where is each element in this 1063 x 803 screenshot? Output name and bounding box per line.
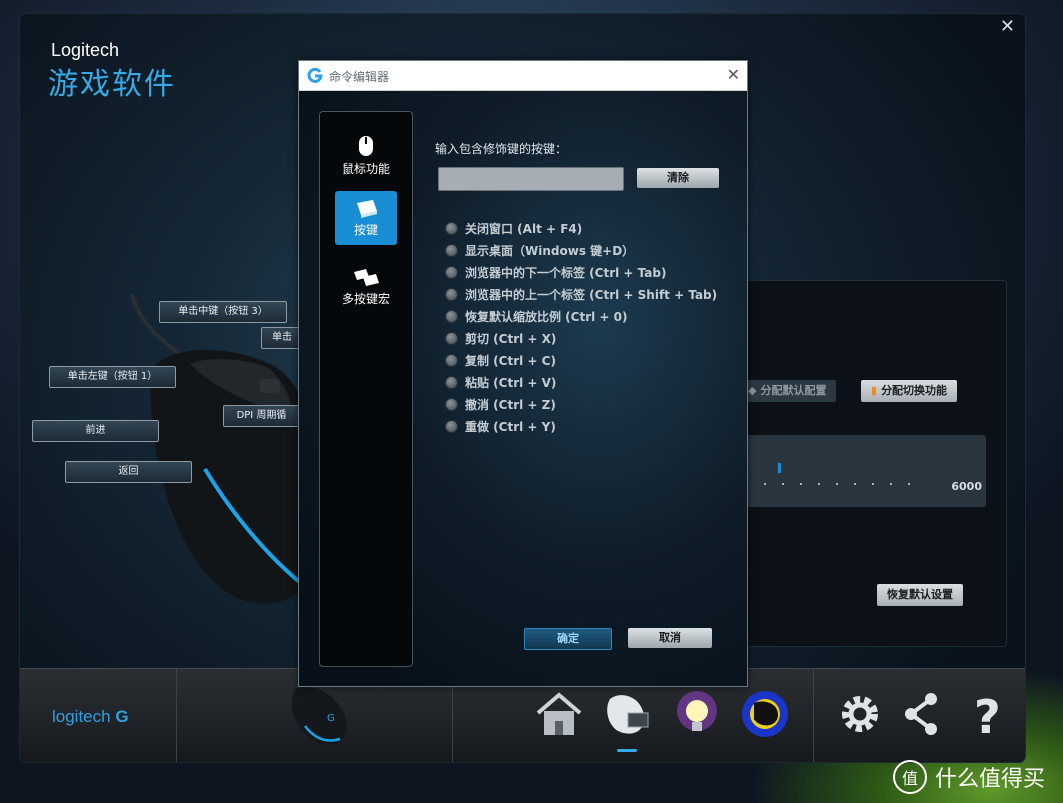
cancel-button[interactable]: 取消 <box>628 628 712 648</box>
option-label: 重做 (Ctrl + Y) <box>465 419 556 434</box>
bottom-logo-text: logitech <box>52 707 111 726</box>
close-icon[interactable]: ✕ <box>727 65 740 84</box>
assign-default-label: 分配默认配置 <box>760 384 827 397</box>
option-next-tab[interactable]: 浏览器中的下一个标签 (Ctrl + Tab) <box>445 263 666 281</box>
watermark-badge: 值 <box>893 760 927 794</box>
home-icon[interactable] <box>532 689 586 739</box>
diamond-icon: ◆ <box>748 384 757 397</box>
lighting-icon[interactable] <box>670 689 724 739</box>
command-editor-dialog: 命令编辑器 ✕ 鼠标功能 按键 多按键宏 输入包含修饰键的按键： 清除 关闭窗口… <box>298 60 748 687</box>
radio-button[interactable] <box>445 221 458 235</box>
device-settings-icon[interactable] <box>600 689 654 739</box>
switch-marker-icon: ▮ <box>871 384 878 397</box>
mouse-icon <box>359 136 373 156</box>
nav-label: 多按键宏 <box>341 292 390 306</box>
option-paste[interactable]: 粘贴 (Ctrl + V) <box>445 373 556 391</box>
radio-button[interactable] <box>445 287 458 301</box>
keystroke-input[interactable] <box>438 167 624 191</box>
option-cut[interactable]: 剪切 (Ctrl + X) <box>445 329 556 347</box>
g-logo-icon <box>307 67 323 83</box>
dialog-titlebar: 命令编辑器 ✕ <box>299 61 747 91</box>
clear-button[interactable]: 清除 <box>637 168 719 188</box>
radio-button[interactable] <box>445 353 458 367</box>
option-label: 粘贴 (Ctrl + V) <box>465 375 557 390</box>
radio-button[interactable] <box>445 309 458 323</box>
app-subtitle: 游戏软件 <box>48 67 176 102</box>
dpi-max-label: 6000 <box>951 480 982 493</box>
nav-label: 鼠标功能 <box>341 162 390 176</box>
option-show-desktop[interactable]: 显示桌面（Windows 键+D） <box>445 241 634 259</box>
dialog-title: 命令编辑器 <box>329 70 390 84</box>
share-icon[interactable] <box>895 689 949 739</box>
option-label: 关闭窗口 (Alt + F4) <box>465 221 583 236</box>
option-label: 剪切 (Ctrl + X) <box>465 331 557 346</box>
nav-mouse-function[interactable]: 鼠标功能 <box>335 128 397 182</box>
multi-key-icon <box>354 269 379 286</box>
radio-button[interactable] <box>445 243 458 257</box>
radio-button[interactable] <box>445 331 458 345</box>
radio-button[interactable] <box>445 419 458 433</box>
option-label: 撤消 (Ctrl + Z) <box>465 397 556 412</box>
key-icon <box>357 200 377 218</box>
callout-left-click[interactable]: 单击左键（按钮 1） <box>49 366 176 388</box>
nav-label: 按键 <box>353 223 378 237</box>
callout-right-click[interactable]: 单击 <box>261 327 303 349</box>
option-undo[interactable]: 撤消 (Ctrl + Z) <box>445 395 556 413</box>
help-icon[interactable]: ? <box>960 689 1014 739</box>
option-reset-zoom[interactable]: 恢复默认缩放比例 (Ctrl + 0) <box>445 307 627 325</box>
callout-forward[interactable]: 前进 <box>32 420 159 442</box>
keystroke-prompt: 输入包含修饰键的按键： <box>435 142 568 156</box>
device-mouse-icon[interactable]: G <box>275 681 355 751</box>
option-label: 复制 (Ctrl + C) <box>465 353 556 368</box>
assign-switch-label: 分配切换功能 <box>881 384 948 397</box>
gear-icon[interactable] <box>833 689 887 739</box>
nav-keystroke[interactable]: 按键 <box>335 191 397 245</box>
radio-button[interactable] <box>445 265 458 279</box>
dpi-slider-track[interactable]: 6000 <box>710 435 986 507</box>
watermark: 值 什么值得买 <box>893 760 1045 794</box>
radio-button[interactable] <box>445 397 458 411</box>
svg-text:?: ? <box>974 690 1001 739</box>
option-label: 显示桌面（Windows 键+D） <box>465 243 635 258</box>
option-label: 浏览器中的下一个标签 (Ctrl + Tab) <box>465 265 667 280</box>
option-close-window[interactable]: 关闭窗口 (Alt + F4) <box>445 219 582 237</box>
svg-text:G: G <box>327 713 335 724</box>
callout-dpi-cycle[interactable]: DPI 周期循 <box>223 405 300 427</box>
g-logo-icon: G <box>115 707 129 726</box>
option-label: 恢复默认缩放比例 (Ctrl + 0) <box>465 309 628 324</box>
bottom-logo: logitech G <box>52 707 129 727</box>
watermark-text: 什么值得买 <box>935 767 1046 792</box>
assign-default-button[interactable]: ◆ 分配默认配置 <box>738 380 837 402</box>
nav-multi-key-macro[interactable]: 多按键宏 <box>335 260 397 314</box>
callout-middle-click[interactable]: 单击中键（按钮 3） <box>159 301 287 323</box>
assign-switch-button[interactable]: ▮ 分配切换功能 <box>861 380 958 402</box>
brand-logitech: Logitech <box>51 40 120 60</box>
option-redo[interactable]: 重做 (Ctrl + Y) <box>445 417 556 435</box>
heatmap-icon[interactable] <box>738 689 792 739</box>
close-icon[interactable]: ✕ <box>1000 16 1015 37</box>
option-previous-tab[interactable]: 浏览器中的上一个标签 (Ctrl + Shift + Tab) <box>445 285 717 303</box>
ok-button[interactable]: 确定 <box>524 628 612 650</box>
active-tab-indicator <box>617 749 637 752</box>
editor-side-nav: 鼠标功能 按键 多按键宏 <box>319 111 413 667</box>
option-label: 浏览器中的上一个标签 (Ctrl + Shift + Tab) <box>465 287 718 302</box>
dpi-marker[interactable] <box>778 463 781 473</box>
callout-back[interactable]: 返回 <box>65 461 192 483</box>
radio-button[interactable] <box>445 375 458 389</box>
restore-defaults-button[interactable]: 恢复默认设置 <box>877 584 963 606</box>
option-copy[interactable]: 复制 (Ctrl + C) <box>445 351 556 369</box>
